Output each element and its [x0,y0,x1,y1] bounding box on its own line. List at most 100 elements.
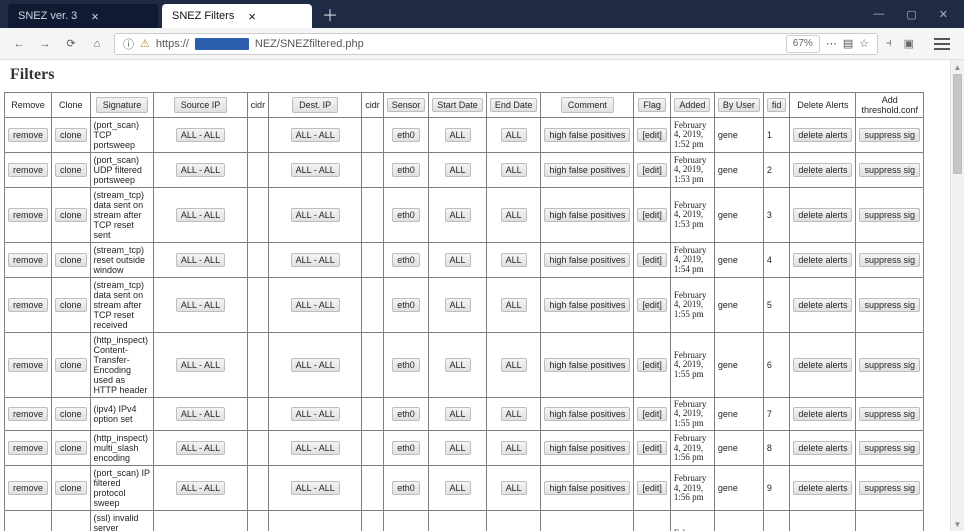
source-ip-header-button[interactable]: Source IP [174,97,228,113]
end-date-button[interactable]: ALL [501,441,527,455]
start-date-button[interactable]: ALL [445,407,471,421]
start-date-button[interactable]: ALL [445,208,471,222]
start-date-button[interactable]: ALL [445,358,471,372]
scrollbar-thumb[interactable] [953,74,962,174]
sensor-button[interactable]: eth0 [392,128,420,142]
dest-ip-header-button[interactable]: Dest. IP [292,97,338,113]
edit-flag-button[interactable]: [edit] [637,298,667,312]
clone-button[interactable]: clone [55,208,87,222]
sensor-button[interactable]: eth0 [392,358,420,372]
close-window-icon[interactable]: ✕ [939,8,948,21]
source-ip-button[interactable]: ALL - ALL [176,441,225,455]
signature-header-button[interactable]: Signature [96,97,149,113]
start-date-button[interactable]: ALL [445,481,471,495]
comment-header-button[interactable]: Comment [561,97,614,113]
fid-header-button[interactable]: fid [767,98,787,112]
clone-button[interactable]: clone [55,163,87,177]
remove-button[interactable]: remove [8,481,48,495]
sensor-button[interactable]: eth0 [392,298,420,312]
dest-ip-button[interactable]: ALL - ALL [291,208,340,222]
comment-button[interactable]: high false positives [544,208,630,222]
suppress-sig-button[interactable]: suppress sig [859,298,920,312]
new-tab-button[interactable]: ＋ [322,2,338,26]
clone-button[interactable]: clone [55,358,87,372]
remove-button[interactable]: remove [8,253,48,267]
comment-button[interactable]: high false positives [544,358,630,372]
reload-icon[interactable]: ⟳ [62,35,80,53]
sensor-button[interactable]: eth0 [392,407,420,421]
edit-flag-button[interactable]: [edit] [637,358,667,372]
comment-button[interactable]: high false positives [544,407,630,421]
sidebar-icon[interactable]: ▣ [904,37,914,50]
menu-icon[interactable] [934,34,954,54]
sensor-header-button[interactable]: Sensor [387,98,426,112]
source-ip-button[interactable]: ALL - ALL [176,208,225,222]
delete-alerts-button[interactable]: delete alerts [793,358,852,372]
start-date-button[interactable]: ALL [445,441,471,455]
start-date-header-button[interactable]: Start Date [432,98,483,112]
library-icon[interactable]: ⫞ [886,37,892,50]
end-date-header-button[interactable]: End Date [490,98,538,112]
source-ip-button[interactable]: ALL - ALL [176,253,225,267]
remove-button[interactable]: remove [8,298,48,312]
source-ip-button[interactable]: ALL - ALL [176,163,225,177]
url-bar[interactable]: ⓘ ⚠ https:// NEZ/SNEZfiltered.php 67% ⋯ … [114,33,878,55]
info-icon[interactable]: ⓘ [123,36,134,52]
close-icon[interactable]: × [248,9,256,24]
lock-warning-icon[interactable]: ⚠ [140,37,150,50]
clone-button[interactable]: clone [55,298,87,312]
comment-button[interactable]: high false positives [544,253,630,267]
back-icon[interactable]: ← [10,35,28,53]
delete-alerts-button[interactable]: delete alerts [793,128,852,142]
start-date-button[interactable]: ALL [445,128,471,142]
browser-tab-inactive[interactable]: SNEZ ver. 3 × [8,4,158,28]
scroll-up-icon[interactable]: ▲ [951,60,964,74]
clone-button[interactable]: clone [55,128,87,142]
source-ip-button[interactable]: ALL - ALL [176,128,225,142]
sensor-button[interactable]: eth0 [392,208,420,222]
dest-ip-button[interactable]: ALL - ALL [291,163,340,177]
suppress-sig-button[interactable]: suppress sig [859,128,920,142]
more-actions-icon[interactable]: ⋯ [826,37,837,50]
end-date-button[interactable]: ALL [501,298,527,312]
remove-button[interactable]: remove [8,441,48,455]
suppress-sig-button[interactable]: suppress sig [859,407,920,421]
zoom-indicator[interactable]: 67% [786,35,820,53]
user-header-button[interactable]: By User [718,98,760,112]
suppress-sig-button[interactable]: suppress sig [859,358,920,372]
end-date-button[interactable]: ALL [501,407,527,421]
end-date-button[interactable]: ALL [501,253,527,267]
start-date-button[interactable]: ALL [445,163,471,177]
end-date-button[interactable]: ALL [501,358,527,372]
browser-tab-active[interactable]: SNEZ Filters × [162,4,312,28]
sensor-button[interactable]: eth0 [392,441,420,455]
suppress-sig-button[interactable]: suppress sig [859,253,920,267]
close-icon[interactable]: × [91,9,99,24]
dest-ip-button[interactable]: ALL - ALL [291,128,340,142]
remove-button[interactable]: remove [8,358,48,372]
reader-view-icon[interactable]: ▤ [843,37,853,50]
bookmark-icon[interactable]: ☆ [859,37,869,50]
vertical-scrollbar[interactable]: ▲ ▼ [950,60,964,531]
flag-header-button[interactable]: Flag [638,98,666,112]
remove-button[interactable]: remove [8,407,48,421]
remove-button[interactable]: remove [8,128,48,142]
edit-flag-button[interactable]: [edit] [637,128,667,142]
comment-button[interactable]: high false positives [544,441,630,455]
end-date-button[interactable]: ALL [501,128,527,142]
edit-flag-button[interactable]: [edit] [637,163,667,177]
remove-button[interactable]: remove [8,208,48,222]
start-date-button[interactable]: ALL [445,298,471,312]
delete-alerts-button[interactable]: delete alerts [793,298,852,312]
home-icon[interactable]: ⌂ [88,35,106,53]
delete-alerts-button[interactable]: delete alerts [793,208,852,222]
dest-ip-button[interactable]: ALL - ALL [291,298,340,312]
suppress-sig-button[interactable]: suppress sig [859,441,920,455]
edit-flag-button[interactable]: [edit] [637,208,667,222]
clone-button[interactable]: clone [55,441,87,455]
suppress-sig-button[interactable]: suppress sig [859,208,920,222]
clone-button[interactable]: clone [55,407,87,421]
end-date-button[interactable]: ALL [501,481,527,495]
dest-ip-button[interactable]: ALL - ALL [291,441,340,455]
dest-ip-button[interactable]: ALL - ALL [291,481,340,495]
